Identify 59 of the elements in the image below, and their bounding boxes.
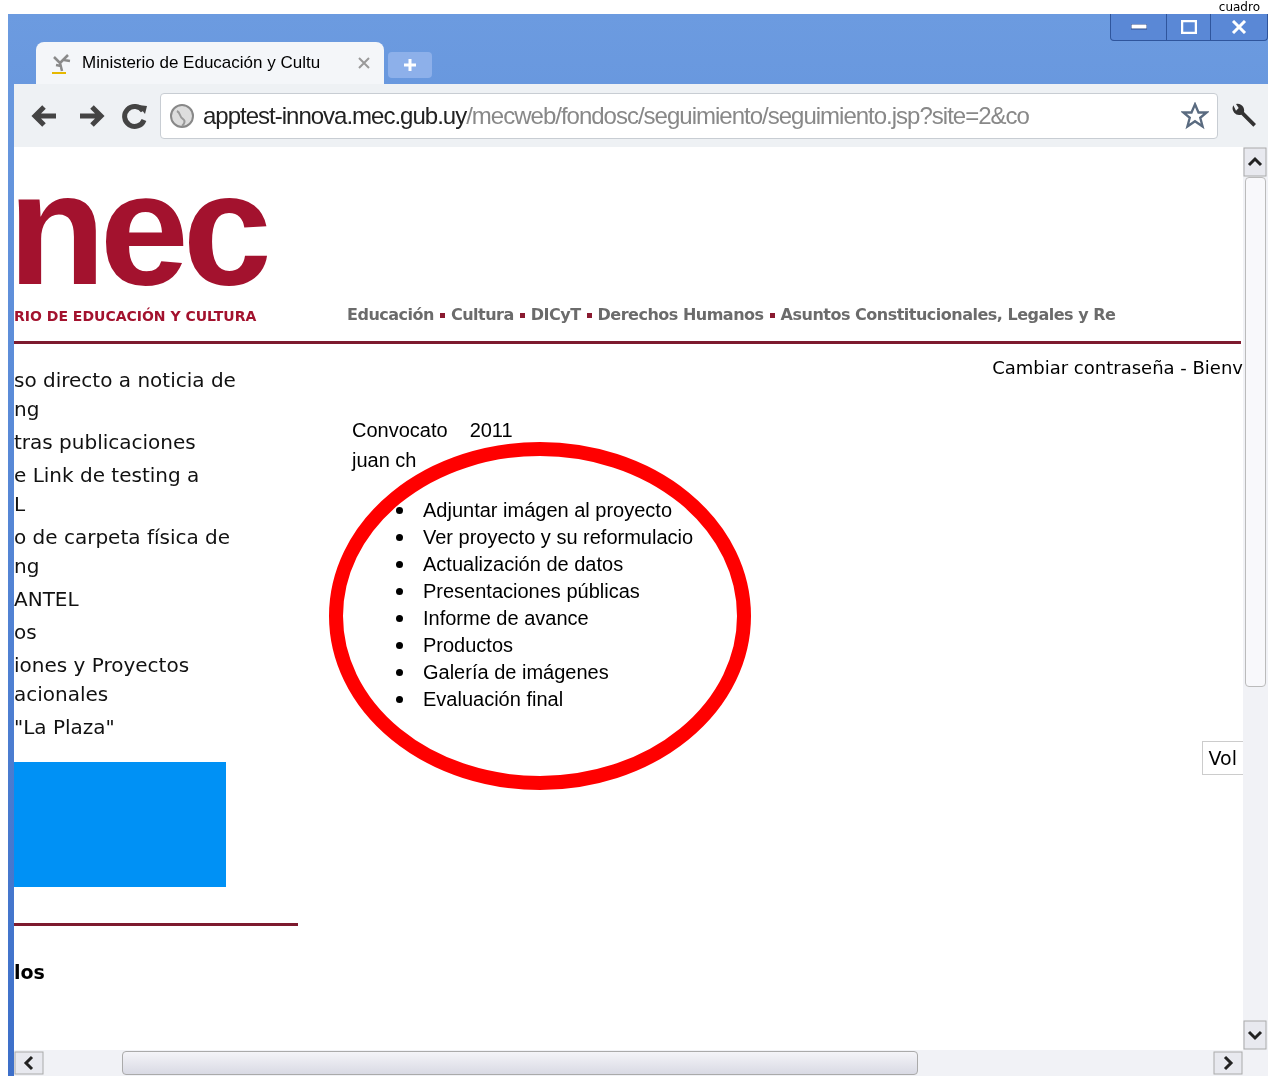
sidebar-link[interactable]: "La Plaza": [14, 713, 300, 742]
section-heading: los: [14, 960, 46, 985]
url-text: apptest-innova.mec.gub.uy/mecweb/fondosc/seguimiento/seguimiento.jsp?site=2&co: [203, 100, 1029, 131]
action-link[interactable]: Ver proyecto y su reformulacio: [423, 524, 694, 551]
bullet-icon: [396, 615, 403, 622]
scroll-left-icon[interactable]: [14, 1051, 44, 1075]
bullet-icon: [396, 669, 403, 676]
nav-link[interactable]: Derechos Humanos: [597, 303, 764, 327]
maximize-icon: [1180, 20, 1197, 34]
close-icon: [1231, 20, 1247, 34]
sidebar-link[interactable]: o de carpeta física de ng: [14, 523, 300, 581]
separator-icon: [439, 312, 445, 318]
user-links: Cambiar contraseña - Bienv: [992, 356, 1243, 380]
separator-icon: [586, 312, 592, 318]
call-label: Convocato: [352, 418, 448, 443]
address-bar[interactable]: apptest-innova.mec.gub.uy/mecweb/fondosc/seguimiento/seguimiento.jsp?site=2&co: [160, 92, 1218, 139]
sidebar-link[interactable]: os: [14, 618, 300, 647]
tab-title: Ministerio de Educación y Cultu: [82, 52, 321, 75]
bullet-icon: [396, 588, 403, 595]
vertical-scrollbar[interactable]: [1243, 147, 1268, 1050]
scroll-up-icon[interactable]: [1243, 147, 1267, 177]
separator-icon: [769, 312, 775, 318]
action-link[interactable]: Adjuntar imágen al proyecto: [423, 497, 673, 524]
scroll-down-icon[interactable]: [1243, 1020, 1267, 1050]
close-icon[interactable]: [358, 57, 370, 69]
star-icon[interactable]: [1181, 101, 1209, 130]
action-link[interactable]: Actualización de datos: [423, 551, 624, 578]
bullet-icon: [396, 507, 403, 514]
sidebar-link[interactable]: iones y Proyectos acionales: [14, 651, 300, 709]
action-link[interactable]: Evaluación final: [423, 686, 564, 713]
user-name: juan ch: [352, 448, 418, 473]
action-link[interactable]: Informe de avance: [423, 605, 589, 632]
logo-subtitle: RIO DE EDUCACIÓN Y CULTURA: [14, 306, 258, 326]
action-link[interactable]: Productos: [423, 632, 514, 659]
scroll-thumb[interactable]: [122, 1051, 918, 1075]
logo: nec: [14, 174, 268, 294]
bullet-icon: [396, 696, 403, 703]
scroll-thumb[interactable]: [1245, 177, 1266, 687]
scroll-right-icon[interactable]: [1213, 1051, 1243, 1075]
browser-tab[interactable]: Ministerio de Educación y Cultu: [36, 42, 384, 84]
corner-label: cuadro: [1218, 0, 1260, 14]
globe-icon: [169, 102, 195, 129]
horizontal-scrollbar[interactable]: [14, 1050, 1268, 1076]
minimize-icon: [1130, 24, 1147, 30]
separator-icon: [519, 312, 525, 318]
nav-link[interactable]: Asuntos Constitucionales, Legales y Re: [780, 303, 1116, 327]
nav-link[interactable]: Educación: [347, 303, 434, 327]
reload-icon[interactable]: [120, 101, 150, 130]
action-link[interactable]: Galería de imágenes: [423, 659, 609, 686]
call-label: 2011: [469, 418, 513, 443]
sidebar-link[interactable]: tras publicaciones: [14, 428, 300, 457]
sidebar-link[interactable]: ANTEL: [14, 585, 300, 614]
nav-link[interactable]: DICyT: [530, 303, 581, 327]
action-link[interactable]: Presentaciones públicas: [423, 578, 640, 605]
plus-icon: [403, 58, 417, 72]
bullet-icon: [396, 561, 403, 568]
bullet-icon: [396, 534, 403, 541]
bullet-icon: [396, 642, 403, 649]
nav-link[interactable]: Cultura: [450, 303, 514, 327]
